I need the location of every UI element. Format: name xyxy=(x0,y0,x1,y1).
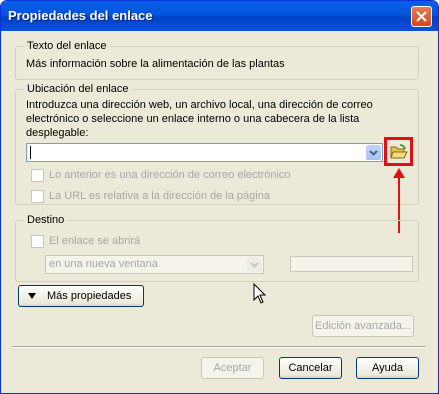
close-icon xyxy=(416,11,427,22)
email-checkbox[interactable] xyxy=(31,169,44,182)
url-dropdown-button[interactable] xyxy=(366,145,381,160)
target-group-label: Destino xyxy=(24,214,68,226)
email-checkbox-label: Lo anterior es una dirección de correo e… xyxy=(49,169,291,181)
location-instructions-line-3: desplegable: xyxy=(26,127,89,139)
link-text-group-label: Texto del enlace xyxy=(24,40,110,52)
frame-name-input[interactable] xyxy=(290,256,413,272)
cancel-button-label: Cancelar xyxy=(288,362,333,374)
mouse-cursor-icon xyxy=(253,283,267,304)
url-input[interactable] xyxy=(30,146,31,159)
dialog-title: Propiedades del enlace xyxy=(8,8,153,23)
open-folder-icon xyxy=(390,144,408,159)
accept-button[interactable]: Aceptar xyxy=(201,357,264,379)
close-button[interactable] xyxy=(411,6,432,27)
separator xyxy=(12,346,426,348)
relative-url-checkbox-label: La URL es relativa a la dirección de la … xyxy=(49,190,270,202)
url-combobox[interactable] xyxy=(26,143,383,162)
location-instructions-line-1: Introduzca una dirección web, un archivo… xyxy=(26,99,373,111)
help-button[interactable]: Ayuda xyxy=(356,357,419,379)
chevron-down-icon xyxy=(250,262,259,268)
expand-triangle-icon xyxy=(28,293,36,299)
target-window-select[interactable]: en una nueva ventana xyxy=(45,255,264,274)
title-bar[interactable]: Propiedades del enlace xyxy=(1,1,438,31)
accept-button-label: Aceptar xyxy=(213,362,252,374)
dialog-body: Texto del enlace Más información sobre l… xyxy=(4,31,435,390)
more-properties-button[interactable]: Más propiedades xyxy=(18,285,144,307)
advanced-edit-button[interactable]: Edición avanzada... xyxy=(312,315,414,337)
chevron-down-icon xyxy=(369,150,378,156)
more-properties-label: Más propiedades xyxy=(47,290,132,302)
open-link-checkbox[interactable] xyxy=(31,235,44,248)
link-text-value: Más información sobre la alimentación de… xyxy=(26,58,285,70)
help-button-label: Ayuda xyxy=(372,362,403,374)
link-properties-dialog: Propiedades del enlace Texto del enlace … xyxy=(0,0,439,394)
browse-file-button[interactable] xyxy=(384,137,413,166)
location-instructions-line-2: electrónico o seleccione un enlace inter… xyxy=(26,113,360,125)
open-link-checkbox-label: El enlace se abrirá xyxy=(49,235,141,247)
cancel-button[interactable]: Cancelar xyxy=(279,357,342,379)
advanced-edit-label: Edición avanzada... xyxy=(314,320,411,332)
target-window-dropdown-button[interactable] xyxy=(247,257,262,272)
relative-url-checkbox[interactable] xyxy=(31,190,44,203)
link-location-group-label: Ubicación del enlace xyxy=(24,83,132,95)
target-window-select-value: en una nueva ventana xyxy=(49,258,158,270)
